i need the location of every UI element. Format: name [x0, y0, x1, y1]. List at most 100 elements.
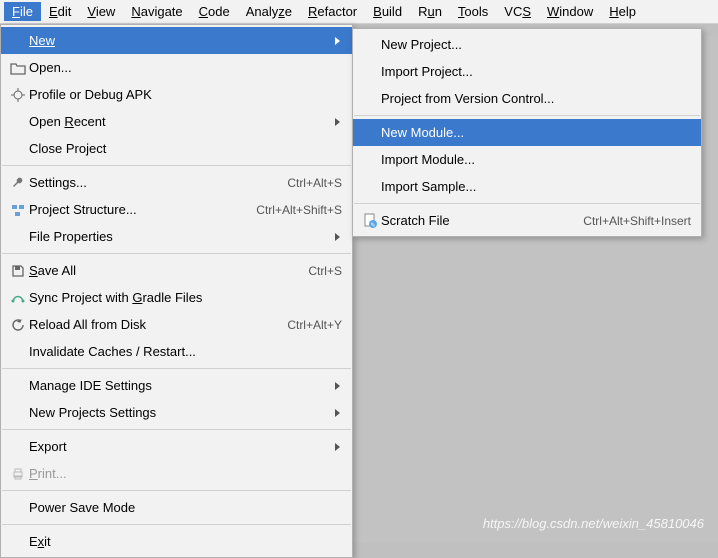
menu-shortcut: Ctrl+Alt+S [287, 176, 342, 190]
blank-icon [7, 33, 29, 49]
blank-icon [7, 229, 29, 245]
menu-item-label: Profile or Debug APK [29, 87, 342, 102]
menu-item-label: Exit [29, 534, 342, 549]
menu-item-label: Project from Version Control... [381, 91, 691, 106]
menu-item-manage-ide-settings[interactable]: Manage IDE Settings [1, 372, 352, 399]
menu-item-label: Sync Project with Gradle Files [29, 290, 342, 305]
menu-item-label: Power Save Mode [29, 500, 342, 515]
menu-item-label: Scratch File [381, 213, 571, 228]
chevron-right-icon [334, 36, 342, 46]
menu-item-label: Reload All from Disk [29, 317, 275, 332]
blank-icon [359, 125, 381, 141]
menu-separator [2, 253, 351, 254]
debug-icon [7, 87, 29, 103]
menu-item-export[interactable]: Export [1, 433, 352, 460]
menu-item-label: Manage IDE Settings [29, 378, 324, 393]
menubar-item-vcs[interactable]: VCS [496, 2, 539, 21]
menu-item-open[interactable]: Open... [1, 54, 352, 81]
menubar: FileEditViewNavigateCodeAnalyzeRefactorB… [0, 0, 718, 24]
menubar-item-run[interactable]: Run [410, 2, 450, 21]
menu-item-label: New Project... [381, 37, 691, 52]
scratch-file-icon: ✎ [359, 213, 381, 229]
menu-item-label: Import Project... [381, 64, 691, 79]
watermark-text: https://blog.csdn.net/weixin_45810046 [483, 516, 704, 531]
menubar-item-file[interactable]: File [4, 2, 41, 21]
menu-item-label: Export [29, 439, 324, 454]
menu-item-label: New Module... [381, 125, 691, 140]
menu-item-label: Project Structure... [29, 202, 244, 217]
menubar-item-window[interactable]: Window [539, 2, 601, 21]
save-icon [7, 263, 29, 279]
blank-icon [359, 179, 381, 195]
menu-shortcut: Ctrl+Alt+Y [287, 318, 342, 332]
svg-text:✎: ✎ [370, 222, 375, 229]
menu-shortcut: Ctrl+S [308, 264, 342, 278]
open-folder-icon [7, 60, 29, 76]
menu-item-print: Print... [1, 460, 352, 487]
print-icon [7, 466, 29, 482]
menu-shortcut: Ctrl+Alt+Shift+Insert [583, 214, 691, 228]
menu-item-sync-gradle[interactable]: Sync Project with Gradle Files [1, 284, 352, 311]
file-menu-dropdown: New Open... Profile or Debug APK Open Re… [0, 24, 353, 558]
menubar-item-code[interactable]: Code [191, 2, 238, 21]
submenu-item-import-sample[interactable]: Import Sample... [353, 173, 701, 200]
blank-icon [7, 500, 29, 516]
menu-item-profile-apk[interactable]: Profile or Debug APK [1, 81, 352, 108]
menubar-item-refactor[interactable]: Refactor [300, 2, 365, 21]
blank-icon [359, 37, 381, 53]
submenu-item-new-module[interactable]: New Module... [353, 119, 701, 146]
chevron-right-icon [334, 442, 342, 452]
menu-shortcut: Ctrl+Alt+Shift+S [256, 203, 342, 217]
reload-icon [7, 317, 29, 333]
menu-item-exit[interactable]: Exit [1, 528, 352, 555]
submenu-item-import-module[interactable]: Import Module... [353, 146, 701, 173]
new-submenu: New Project... Import Project... Project… [352, 28, 702, 237]
blank-icon [7, 439, 29, 455]
menubar-item-view[interactable]: View [79, 2, 123, 21]
menubar-item-build[interactable]: Build [365, 2, 410, 21]
menu-item-close-project[interactable]: Close Project [1, 135, 352, 162]
chevron-right-icon [334, 232, 342, 242]
menubar-item-navigate[interactable]: Navigate [123, 2, 190, 21]
gradle-sync-icon [7, 290, 29, 306]
menu-separator [354, 203, 700, 204]
menu-item-label: Settings... [29, 175, 275, 190]
menu-item-label: Import Module... [381, 152, 691, 167]
blank-icon [359, 64, 381, 80]
menu-item-label: Open... [29, 60, 342, 75]
menu-separator [2, 368, 351, 369]
menu-separator [2, 429, 351, 430]
menu-item-settings[interactable]: Settings... Ctrl+Alt+S [1, 169, 352, 196]
menu-item-power-save[interactable]: Power Save Mode [1, 494, 352, 521]
submenu-item-import-project[interactable]: Import Project... [353, 58, 701, 85]
blank-icon [7, 534, 29, 550]
menubar-item-analyze[interactable]: Analyze [238, 2, 300, 21]
menu-separator [2, 165, 351, 166]
menu-separator [354, 115, 700, 116]
menubar-item-help[interactable]: Help [601, 2, 644, 21]
chevron-right-icon [334, 381, 342, 391]
blank-icon [7, 114, 29, 130]
menu-item-label: Close Project [29, 141, 342, 156]
menu-item-file-properties[interactable]: File Properties [1, 223, 352, 250]
menu-item-label: New Projects Settings [29, 405, 324, 420]
blank-icon [359, 152, 381, 168]
menu-item-invalidate-caches[interactable]: Invalidate Caches / Restart... [1, 338, 352, 365]
menu-item-project-structure[interactable]: Project Structure... Ctrl+Alt+Shift+S [1, 196, 352, 223]
menubar-item-edit[interactable]: Edit [41, 2, 79, 21]
menu-item-new-projects-settings[interactable]: New Projects Settings [1, 399, 352, 426]
submenu-item-scratch-file[interactable]: ✎ Scratch File Ctrl+Alt+Shift+Insert [353, 207, 701, 234]
submenu-item-from-vcs[interactable]: Project from Version Control... [353, 85, 701, 112]
menu-item-reload-disk[interactable]: Reload All from Disk Ctrl+Alt+Y [1, 311, 352, 338]
menu-item-label: Save All [29, 263, 296, 278]
menu-item-label: Invalidate Caches / Restart... [29, 344, 342, 359]
wrench-icon [7, 175, 29, 191]
menu-item-new[interactable]: New [1, 27, 352, 54]
menu-item-save-all[interactable]: Save All Ctrl+S [1, 257, 352, 284]
blank-icon [7, 141, 29, 157]
blank-icon [7, 344, 29, 360]
menu-separator [2, 524, 351, 525]
submenu-item-new-project[interactable]: New Project... [353, 31, 701, 58]
menubar-item-tools[interactable]: Tools [450, 2, 496, 21]
menu-item-open-recent[interactable]: Open Recent [1, 108, 352, 135]
